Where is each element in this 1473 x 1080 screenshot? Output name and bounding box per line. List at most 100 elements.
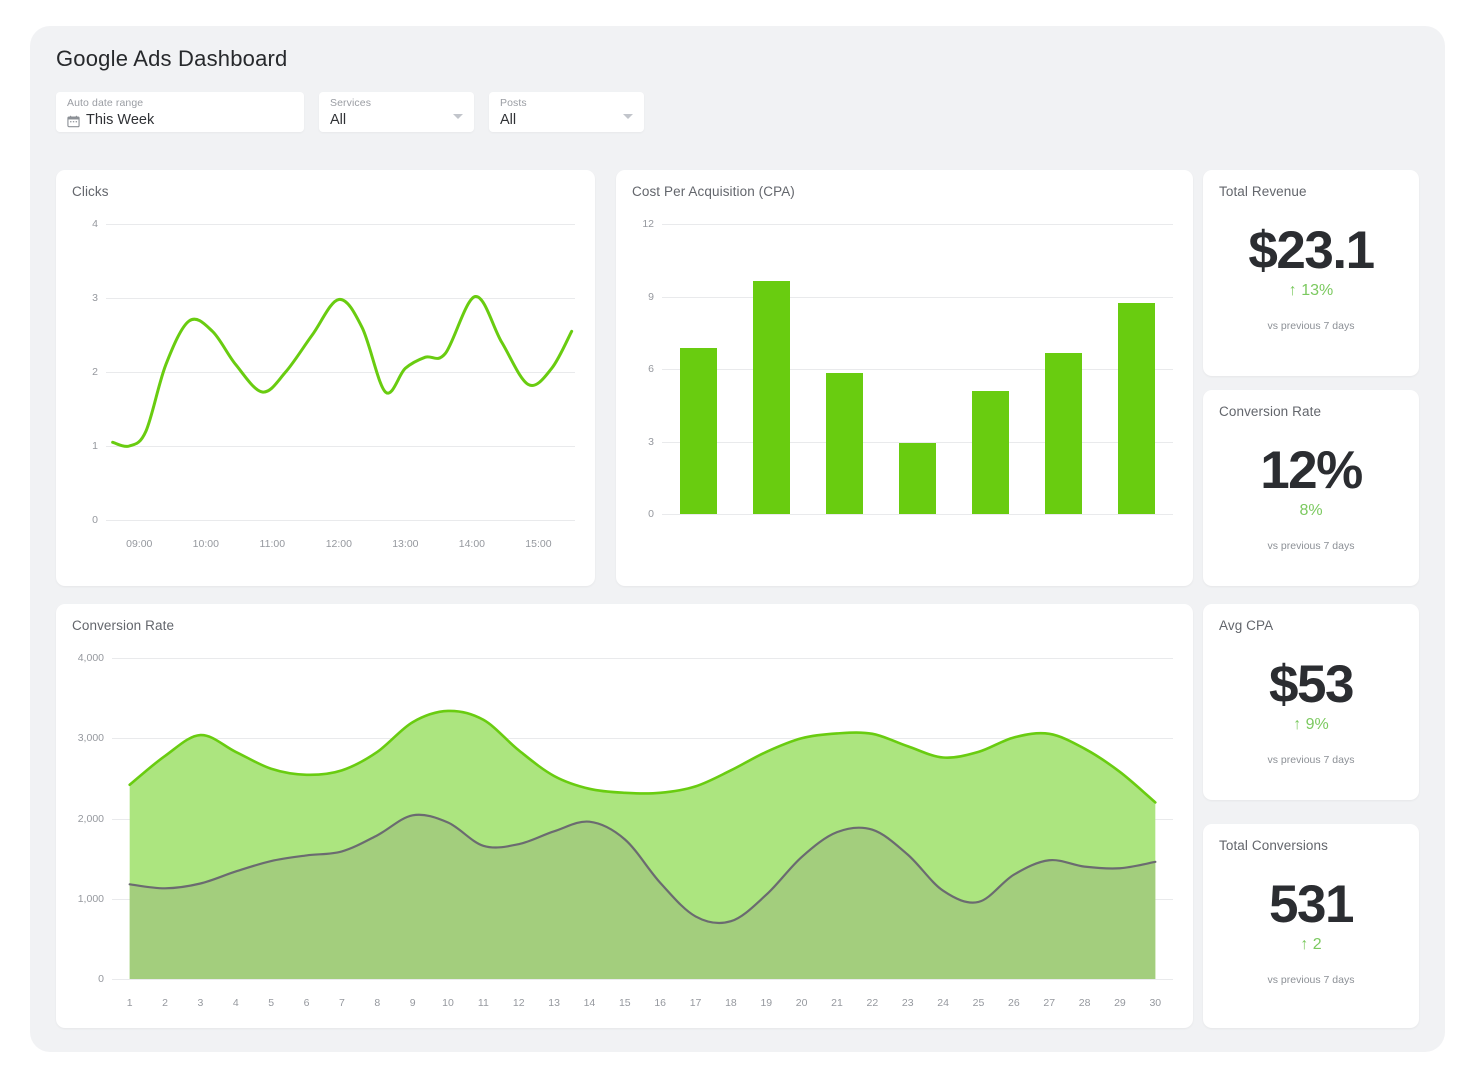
x-axis-tick-label: 29 xyxy=(1114,997,1126,1009)
x-axis-tick-label: 22 xyxy=(867,997,879,1009)
y-axis-tick-label: 0 xyxy=(632,508,654,520)
x-axis-tick-label: 21 xyxy=(831,997,843,1009)
x-axis-tick-label: 18 xyxy=(725,997,737,1009)
x-axis-tick-label: 11:00 xyxy=(260,538,286,550)
x-axis-tick-label: 14 xyxy=(584,997,596,1009)
kpi-value-total-revenue: $23.1 xyxy=(1203,220,1419,281)
x-axis-tick-label: 14:00 xyxy=(459,538,485,550)
filter-value-posts: All xyxy=(500,110,634,130)
x-axis-tick-label: 30 xyxy=(1149,997,1161,1009)
kpi-delta-conversion-rate: 8% xyxy=(1203,502,1419,520)
x-axis-tick-label: 10:00 xyxy=(193,538,219,550)
gridline xyxy=(662,514,1173,515)
x-axis-tick-label: 13:00 xyxy=(392,538,418,550)
kpi-title-total-conversions: Total Conversions xyxy=(1219,838,1328,853)
x-axis-tick-label: 4 xyxy=(233,997,239,1009)
filter-label-services: Services xyxy=(330,97,464,110)
filter-posts[interactable]: Posts All xyxy=(489,92,644,132)
kpi-title-avg-cpa: Avg CPA xyxy=(1219,618,1273,633)
y-axis-tick-label: 6 xyxy=(632,363,654,375)
x-axis-tick-label: 26 xyxy=(1008,997,1020,1009)
kpi-title-total-revenue: Total Revenue xyxy=(1219,184,1307,199)
x-axis-tick-label: 27 xyxy=(1043,997,1055,1009)
kpi-delta-total-revenue: ↑ 13% xyxy=(1203,282,1419,300)
gridline xyxy=(662,297,1173,298)
conversion-rate-area-chart[interactable]: 01,0002,0003,0004,0001234567891011121314… xyxy=(72,652,1177,1020)
chart-title-cpa: Cost Per Acquisition (CPA) xyxy=(632,184,795,199)
y-axis-tick-label: 3 xyxy=(632,436,654,448)
bar[interactable] xyxy=(680,348,718,514)
x-axis-tick-label: 15:00 xyxy=(525,538,551,550)
bar[interactable] xyxy=(753,281,791,514)
kpi-value-avg-cpa: $53 xyxy=(1203,654,1419,715)
x-axis-tick-label: 28 xyxy=(1079,997,1091,1009)
dashboard-container: Google Ads Dashboard Auto date range xyxy=(30,26,1445,1052)
x-axis-tick-label: 3 xyxy=(197,997,203,1009)
x-axis-tick-label: 19 xyxy=(760,997,772,1009)
kpi-title-conversion-rate: Conversion Rate xyxy=(1219,404,1321,419)
kpi-card-conversion-rate: Conversion Rate 12% 8% vs previous 7 day… xyxy=(1203,390,1419,586)
clicks-line-chart[interactable]: 0123409:0010:0011:0012:0013:0014:0015:00 xyxy=(72,218,579,578)
filter-bar: Auto date range This Week Serv xyxy=(56,92,644,132)
bar[interactable] xyxy=(972,391,1010,514)
card-cpa-chart: Cost Per Acquisition (CPA) 0 3 6 9 12 xyxy=(616,170,1193,586)
x-axis-tick-label: 9 xyxy=(410,997,416,1009)
kpi-value-conversion-rate: 12% xyxy=(1203,440,1419,501)
filter-services[interactable]: Services All xyxy=(319,92,474,132)
kpi-note-total-revenue: vs previous 7 days xyxy=(1203,320,1419,332)
filter-label-date-range: Auto date range xyxy=(67,97,294,110)
x-axis-tick-label: 17 xyxy=(690,997,702,1009)
kpi-delta-total-conversions: ↑ 2 xyxy=(1203,936,1419,954)
chart-title-conversion-rate: Conversion Rate xyxy=(72,618,174,633)
chevron-down-icon[interactable] xyxy=(453,114,463,119)
kpi-card-avg-cpa: Avg CPA $53 ↑ 9% vs previous 7 days xyxy=(1203,604,1419,800)
y-axis-tick-label: 9 xyxy=(632,291,654,303)
gridline xyxy=(662,224,1173,225)
bar[interactable] xyxy=(1118,303,1156,514)
x-axis-tick-label: 5 xyxy=(268,997,274,1009)
x-axis-tick-label: 1 xyxy=(127,997,133,1009)
x-axis-tick-label: 10 xyxy=(442,997,454,1009)
filter-value-date-range: This Week xyxy=(67,110,294,130)
filter-text-date-range: This Week xyxy=(86,110,154,130)
x-axis-tick-label: 7 xyxy=(339,997,345,1009)
x-axis-tick-label: 23 xyxy=(902,997,914,1009)
x-axis-tick-label: 15 xyxy=(619,997,631,1009)
kpi-note-total-conversions: vs previous 7 days xyxy=(1203,974,1419,986)
x-axis-tick-label: 11 xyxy=(478,997,489,1009)
bar[interactable] xyxy=(899,443,937,514)
x-axis-tick-label: 24 xyxy=(937,997,949,1009)
kpi-card-total-conversions: Total Conversions 531 ↑ 2 vs previous 7 … xyxy=(1203,824,1419,1028)
kpi-card-total-revenue: Total Revenue $23.1 ↑ 13% vs previous 7 … xyxy=(1203,170,1419,376)
x-axis-tick-label: 6 xyxy=(304,997,310,1009)
clicks-line-series xyxy=(72,218,579,578)
x-axis-tick-label: 25 xyxy=(973,997,985,1009)
x-axis-tick-label: 12:00 xyxy=(326,538,352,550)
y-axis-tick-label: 12 xyxy=(632,218,654,230)
kpi-note-avg-cpa: vs previous 7 days xyxy=(1203,754,1419,766)
x-axis-tick-label: 2 xyxy=(162,997,168,1009)
x-axis-tick-label: 20 xyxy=(796,997,808,1009)
page-title: Google Ads Dashboard xyxy=(56,46,288,72)
chart-title-clicks: Clicks xyxy=(72,184,109,199)
kpi-value-total-conversions: 531 xyxy=(1203,874,1419,935)
calendar-icon xyxy=(67,115,80,128)
bar[interactable] xyxy=(1045,353,1083,514)
card-clicks-chart: Clicks 0123409:0010:0011:0012:0013:0014:… xyxy=(56,170,595,586)
card-conversion-rate-chart: Conversion Rate 01,0002,0003,0004,000123… xyxy=(56,604,1193,1028)
x-axis-tick-label: 8 xyxy=(374,997,380,1009)
x-axis-tick-label: 09:00 xyxy=(126,538,152,550)
cpa-bar-chart[interactable]: 0 3 6 9 12 xyxy=(632,218,1177,568)
gridline xyxy=(662,369,1173,370)
conversion-rate-series xyxy=(72,652,1177,1020)
kpi-note-conversion-rate: vs previous 7 days xyxy=(1203,540,1419,552)
kpi-delta-avg-cpa: ↑ 9% xyxy=(1203,716,1419,734)
bar[interactable] xyxy=(826,373,864,514)
x-axis-tick-label: 16 xyxy=(654,997,666,1009)
chevron-down-icon[interactable] xyxy=(623,114,633,119)
x-axis-tick-label: 12 xyxy=(513,997,525,1009)
x-axis-tick-label: 13 xyxy=(548,997,560,1009)
filter-label-posts: Posts xyxy=(500,97,634,110)
filter-value-services: All xyxy=(330,110,464,130)
filter-auto-date-range[interactable]: Auto date range This Week xyxy=(56,92,304,132)
